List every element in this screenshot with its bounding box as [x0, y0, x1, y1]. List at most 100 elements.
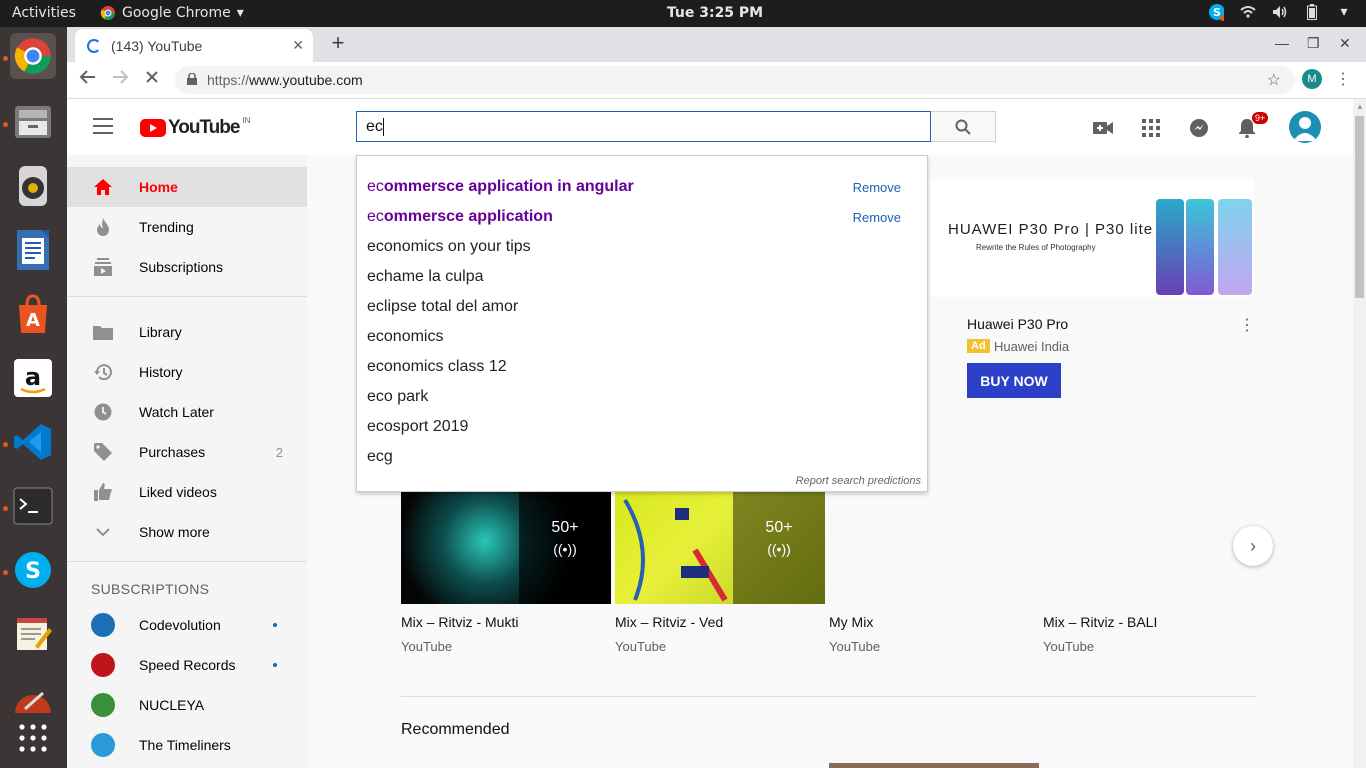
browser-tab[interactable]: (143) YouTube ✕: [75, 29, 313, 62]
bookmark-star-icon[interactable]: ☆: [1267, 70, 1281, 90]
system-tray[interactable]: S ▾: [1208, 3, 1352, 21]
sidebar-item-history[interactable]: History: [67, 352, 307, 392]
page-scrollbar[interactable]: ▲: [1353, 99, 1366, 768]
tab-title: (143) YouTube: [111, 37, 203, 54]
profile-avatar[interactable]: M: [1302, 69, 1322, 89]
apps-grid-icon[interactable]: [1140, 117, 1162, 139]
phone-image: [1218, 199, 1252, 295]
video-channel[interactable]: YouTube: [829, 639, 880, 654]
sidebar-item-purchases[interactable]: Purchases 2: [67, 432, 307, 472]
tab-close-icon[interactable]: ✕: [292, 37, 304, 54]
messages-icon[interactable]: [1188, 117, 1210, 139]
skype-tray-icon[interactable]: S: [1208, 3, 1224, 21]
hamburger-menu-icon[interactable]: [93, 118, 113, 139]
create-video-icon[interactable]: [1092, 117, 1114, 139]
video-channel[interactable]: YouTube: [615, 639, 666, 654]
channel-codevolution[interactable]: Codevolution: [67, 605, 307, 645]
scrollbar-thumb[interactable]: [1355, 116, 1364, 298]
wifi-icon[interactable]: [1240, 3, 1256, 21]
battery-icon[interactable]: [1304, 3, 1320, 21]
dock-text-editor-icon[interactable]: [10, 611, 56, 657]
video-thumbnail[interactable]: 50+ ((•)): [615, 490, 825, 604]
playlist-overlay: 50+ ((•)): [519, 490, 611, 604]
dock-terminal-icon[interactable]: [10, 483, 56, 529]
search-suggestion[interactable]: ecommersce application in angular: [367, 178, 634, 196]
chrome-menu-icon[interactable]: ⋮: [1335, 69, 1351, 89]
maximize-button[interactable]: ❐: [1307, 35, 1320, 52]
scroll-up-arrow-icon[interactable]: ▲: [1356, 102, 1364, 111]
new-content-dot: [273, 623, 277, 627]
sidebar-item-watch-later[interactable]: Watch Later: [67, 392, 307, 432]
dock-amazon-icon[interactable]: a: [10, 355, 56, 401]
sidebar-item-home[interactable]: Home: [67, 167, 307, 207]
channel-nucleya[interactable]: NUCLEYA: [67, 685, 307, 725]
sidebar-item-library[interactable]: Library: [67, 312, 307, 352]
address-bar[interactable]: https:// www.youtube.com ☆: [175, 66, 1295, 94]
channel-label: NUCLEYA: [139, 697, 205, 713]
video-thumbnail[interactable]: [829, 763, 1039, 768]
video-title[interactable]: My Mix: [829, 614, 873, 630]
dock-vscode-icon[interactable]: [10, 419, 56, 465]
search-suggestion[interactable]: economics class 12: [367, 358, 507, 376]
channel-the-timeliners[interactable]: The Timeliners: [67, 725, 307, 765]
dock-skype-icon[interactable]: S: [10, 547, 56, 593]
stop-loading-icon[interactable]: [143, 68, 161, 92]
window-close-button[interactable]: ✕: [1339, 35, 1351, 52]
dock-chrome-icon[interactable]: [10, 33, 56, 79]
remove-suggestion-link[interactable]: Remove: [853, 180, 901, 195]
new-tab-button[interactable]: +: [325, 30, 351, 56]
ad-more-options-icon[interactable]: ⋮: [1239, 315, 1255, 335]
search-input[interactable]: ec: [356, 111, 931, 142]
folder-icon: [93, 322, 113, 342]
search-suggestions-dropdown: ecommersce application in angular Remove e…: [356, 155, 928, 492]
dock-software-icon[interactable]: A: [10, 291, 56, 337]
search-button[interactable]: [931, 111, 996, 142]
sidebar-item-show-more[interactable]: Show more: [67, 512, 307, 552]
ad-advertiser[interactable]: Huawei India: [994, 339, 1069, 354]
video-channel[interactable]: YouTube: [401, 639, 452, 654]
search-suggestion[interactable]: eclipse total del amor: [367, 298, 518, 316]
buy-now-button[interactable]: BUY NOW: [967, 363, 1061, 398]
search-suggestion[interactable]: ecosport 2019: [367, 418, 468, 436]
sidebar-item-subscriptions[interactable]: Subscriptions: [67, 247, 307, 287]
suggestion-typed-prefix: ec: [367, 268, 384, 285]
volume-icon[interactable]: [1272, 3, 1288, 21]
report-search-predictions-link[interactable]: Report search predictions: [796, 475, 921, 487]
dock-files-icon[interactable]: [10, 99, 56, 145]
sidebar-item-label: Show more: [139, 524, 210, 540]
video-title[interactable]: Mix – Ritviz - Mukti: [401, 614, 518, 630]
video-thumbnail[interactable]: 50+ ((•)): [401, 490, 611, 604]
search-suggestion[interactable]: eco park: [367, 388, 428, 406]
video-title[interactable]: Mix – Ritviz - BALI: [1043, 614, 1157, 630]
remove-suggestion-link[interactable]: Remove: [853, 210, 901, 225]
video-title[interactable]: Mix – Ritviz - Ved: [615, 614, 723, 630]
sidebar: Home Trending Subscriptions Library Hist…: [67, 155, 307, 768]
clock-icon: [93, 402, 113, 422]
section-divider: [401, 696, 1257, 697]
channel-label: The Timeliners: [139, 737, 231, 753]
forward-arrow-icon[interactable]: [111, 68, 129, 92]
search-suggestion[interactable]: economics: [367, 328, 443, 346]
channel-speed-records[interactable]: Speed Records: [67, 645, 307, 685]
search-suggestion[interactable]: economics on your tips: [367, 238, 531, 256]
dock-speaker-icon[interactable]: [10, 163, 56, 209]
lock-icon[interactable]: [187, 72, 197, 88]
clock[interactable]: Tue 3:25 PM: [0, 5, 1366, 21]
search-suggestion[interactable]: ecg: [367, 448, 393, 466]
youtube-logo[interactable]: YouTube IN: [140, 116, 250, 139]
search-suggestion[interactable]: ecommersce application: [367, 208, 553, 226]
search-suggestion[interactable]: echame la culpa: [367, 268, 484, 286]
power-menu-icon[interactable]: ▾: [1336, 3, 1352, 21]
back-arrow-icon[interactable]: [79, 68, 97, 92]
shelf-next-button[interactable]: ›: [1233, 526, 1273, 566]
ad-title[interactable]: Huawei P30 Pro: [967, 316, 1068, 332]
video-channel[interactable]: YouTube: [1043, 639, 1094, 654]
minimize-button[interactable]: —: [1275, 35, 1289, 51]
sidebar-item-trending[interactable]: Trending: [67, 207, 307, 247]
dock-writer-icon[interactable]: [10, 227, 56, 273]
sidebar-item-liked-videos[interactable]: Liked videos: [67, 472, 307, 512]
ad-banner-image[interactable]: HUAWEI P30 Pro | P30 lite Rewrite the Ru…: [930, 179, 1254, 297]
account-avatar[interactable]: [1289, 111, 1321, 143]
svg-text:S: S: [25, 559, 41, 584]
show-applications-icon[interactable]: [10, 715, 56, 761]
